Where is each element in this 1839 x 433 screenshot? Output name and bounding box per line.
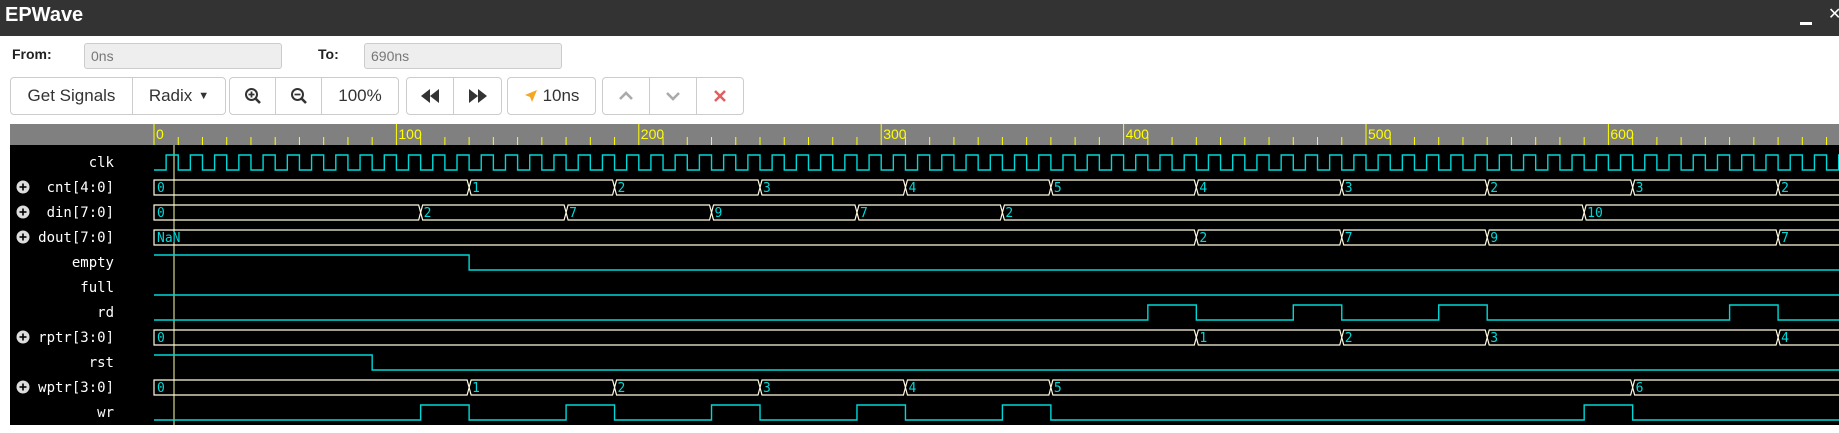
bus-value-label: 2 bbox=[424, 206, 432, 221]
bus-value-label: 4 bbox=[1781, 331, 1789, 346]
ruler-tick-label: 500 bbox=[1368, 126, 1392, 142]
navigation-button-group bbox=[406, 77, 502, 115]
waveform-viewer[interactable]: 0 100 200 300 400 500 600clkcnt[4:0] 0 1 2 3 4 5 4 3 2 3… bbox=[10, 124, 1839, 425]
bus-value-label: 1 bbox=[472, 381, 480, 396]
ruler-tick-label: 200 bbox=[641, 126, 665, 142]
move-up-button[interactable] bbox=[603, 78, 650, 114]
radix-label: Radix bbox=[148, 86, 193, 105]
close-window-icon[interactable]: ✕ bbox=[1828, 6, 1839, 24]
chevron-down-icon bbox=[666, 92, 680, 101]
bus-value-label: 2 bbox=[1199, 231, 1207, 246]
bus-value-label: 0 bbox=[157, 206, 165, 221]
rewind-button[interactable] bbox=[407, 78, 454, 114]
bus-value-label: 1 bbox=[472, 181, 480, 196]
zoom-in-icon bbox=[244, 88, 261, 104]
bus-value-label: 3 bbox=[763, 181, 771, 196]
bus-value-label: 5 bbox=[1054, 381, 1062, 396]
bus-value-label: 2 bbox=[618, 381, 626, 396]
bus-value-label: NaN bbox=[157, 231, 180, 246]
zoom-level-label: 100% bbox=[338, 86, 382, 105]
title-bar: EPWave ✕ bbox=[0, 0, 1839, 36]
signals-button-group: Get Signals Radix ▼ bbox=[10, 77, 226, 115]
signal-name-din: din[7:0] bbox=[47, 205, 114, 221]
cursor-step-group: 10ns bbox=[507, 77, 596, 115]
bus-value-label: 2 bbox=[1490, 181, 1498, 196]
to-label: To: bbox=[318, 46, 339, 62]
bus-value-label: 0 bbox=[157, 331, 165, 346]
signal-name-cnt: cnt[4:0] bbox=[47, 180, 114, 196]
signal-name-clk: clk bbox=[89, 155, 115, 171]
bus-value-label: 7 bbox=[860, 206, 868, 221]
bus-value-label: 2 bbox=[618, 181, 626, 196]
bus-value-label: 2 bbox=[1005, 206, 1013, 221]
bus-value-label: 3 bbox=[1345, 181, 1353, 196]
cursor-step-label: 10ns bbox=[542, 86, 580, 105]
from-input[interactable] bbox=[84, 43, 282, 69]
bus-value-label: 6 bbox=[1636, 381, 1644, 396]
zoom-out-button[interactable] bbox=[276, 78, 322, 114]
get-signals-label: Get Signals bbox=[27, 86, 116, 105]
bus-value-label: 9 bbox=[715, 206, 723, 221]
bus-value-label: 0 bbox=[157, 381, 165, 396]
ruler-tick-label: 300 bbox=[883, 126, 907, 142]
bus-value-label: 3 bbox=[1490, 331, 1498, 346]
bus-value-label: 0 bbox=[157, 181, 165, 196]
cursor-step-button[interactable]: 10ns bbox=[508, 78, 595, 114]
time-ruler[interactable] bbox=[10, 124, 1839, 145]
get-signals-button[interactable]: Get Signals bbox=[11, 78, 133, 114]
ruler-tick-label: 0 bbox=[156, 126, 164, 142]
bus-value-label: 9 bbox=[1490, 231, 1498, 246]
signal-name-rptr: rptr[3:0] bbox=[38, 330, 114, 346]
signal-name-rd: rd bbox=[97, 305, 114, 321]
zoom-in-button[interactable] bbox=[230, 78, 276, 114]
bus-value-label: 3 bbox=[763, 381, 771, 396]
bus-value-label: 7 bbox=[569, 206, 577, 221]
from-label: From: bbox=[12, 46, 52, 62]
bus-value-label: 7 bbox=[1345, 231, 1353, 246]
ruler-tick-label: 400 bbox=[1126, 126, 1150, 142]
fast-forward-button[interactable] bbox=[454, 78, 501, 114]
rewind-icon bbox=[421, 89, 439, 103]
zoom-level-button[interactable]: 100% bbox=[322, 78, 398, 114]
caret-down-icon: ▼ bbox=[198, 90, 210, 102]
bus-value-label: 5 bbox=[1054, 181, 1062, 196]
move-down-button[interactable] bbox=[650, 78, 697, 114]
bus-value-label: 2 bbox=[1781, 181, 1789, 196]
chevron-up-icon bbox=[619, 91, 633, 100]
zoom-button-group: 100% bbox=[229, 77, 399, 115]
wave-area bbox=[10, 145, 1839, 425]
signal-order-group bbox=[602, 77, 744, 115]
ruler-tick-label: 100 bbox=[398, 126, 422, 142]
bus-value-label: 4 bbox=[908, 381, 916, 396]
bus-value-label: 4 bbox=[1199, 181, 1207, 196]
cursor-arrow-icon bbox=[524, 90, 537, 102]
minimize-icon[interactable] bbox=[1800, 22, 1812, 25]
bus-value-label: 7 bbox=[1781, 231, 1789, 246]
ruler-tick-label: 600 bbox=[1610, 126, 1634, 142]
bus-value-label: 2 bbox=[1345, 331, 1353, 346]
radix-dropdown[interactable]: Radix ▼ bbox=[133, 78, 225, 114]
signal-name-full: full bbox=[80, 280, 114, 296]
app-title: EPWave bbox=[5, 4, 84, 26]
zoom-out-icon bbox=[290, 88, 307, 104]
remove-signal-button[interactable] bbox=[697, 78, 743, 114]
signal-name-rst: rst bbox=[89, 355, 114, 371]
bus-value-label: 4 bbox=[908, 181, 916, 196]
to-input[interactable] bbox=[364, 43, 562, 69]
close-icon bbox=[714, 90, 726, 102]
fast-forward-icon bbox=[468, 89, 487, 103]
signal-name-wr: wr bbox=[97, 405, 114, 421]
signal-name-empty: empty bbox=[72, 255, 114, 271]
bus-value-label: 1 bbox=[1199, 331, 1207, 346]
signal-name-wptr: wptr[3:0] bbox=[38, 380, 114, 396]
bus-value-label: 10 bbox=[1587, 206, 1603, 221]
bus-value-label: 3 bbox=[1636, 181, 1644, 196]
signal-name-dout: dout[7:0] bbox=[38, 230, 114, 246]
